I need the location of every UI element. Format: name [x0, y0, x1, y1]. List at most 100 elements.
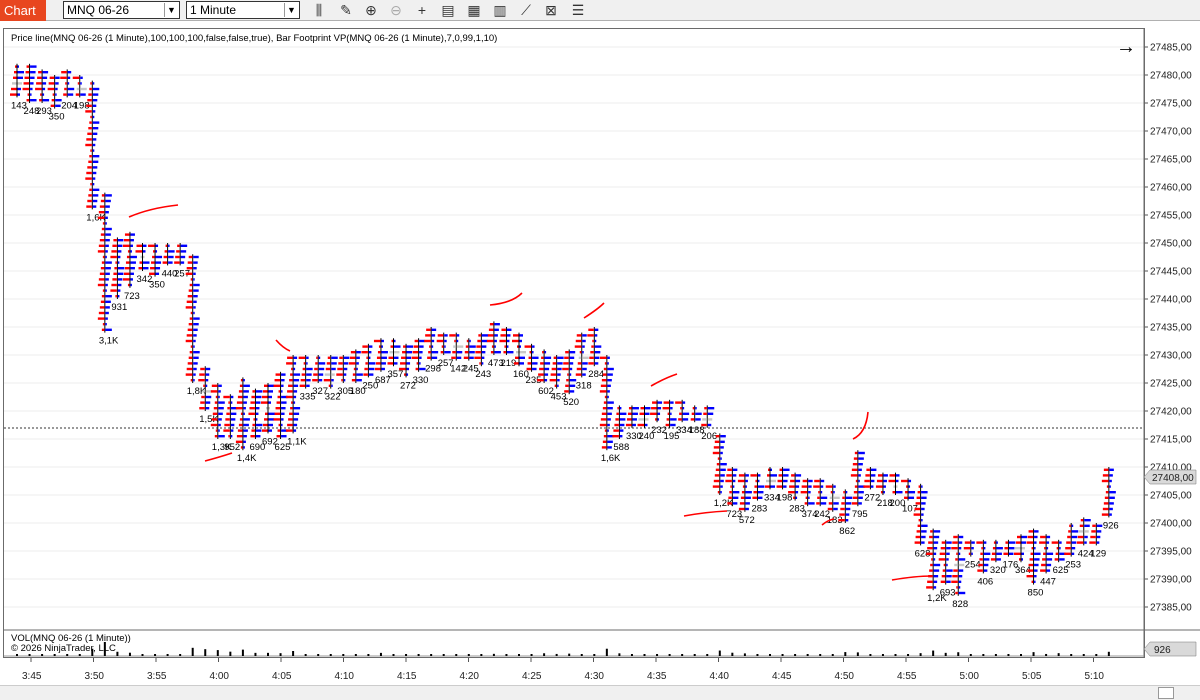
footprint-bid-level [788, 491, 795, 494]
chart-canvas[interactable]: 27485,00 27480,00 27475,00 27470,00 27465,00… [0, 0, 1200, 700]
volume-bar [1057, 653, 1060, 656]
footprint-ask-level [1059, 547, 1061, 550]
annotation-stroke [852, 411, 869, 440]
footprint-ask-level [569, 373, 572, 376]
footprint-ask-level [670, 401, 674, 404]
footprint-bid-level [416, 362, 419, 365]
footprint-ask-level [55, 87, 58, 91]
footprint-ask-level [795, 474, 802, 477]
footprint-ask-level [80, 87, 87, 91]
volume-bar [392, 654, 395, 656]
footprint-bid-level [190, 278, 193, 281]
footprint-bid-level [1042, 558, 1046, 561]
footprint-bid-level [111, 250, 117, 253]
footprint-bid-level [90, 82, 92, 85]
footprint-ask-level [1084, 541, 1087, 544]
footprint-bid-level [1104, 496, 1109, 499]
footprint-bid-level [299, 384, 306, 387]
footprint-ask-level [268, 423, 273, 427]
footprint-bid-level [90, 183, 92, 186]
footprint-bid-level [841, 502, 845, 505]
footprint-ask-level [958, 569, 964, 572]
arrow-right-icon[interactable]: → [1116, 36, 1136, 59]
footprint-ask-level [431, 328, 437, 331]
footprint-bid-level [474, 356, 481, 359]
footprint-ask-level [381, 367, 385, 371]
footprint-bid-level [503, 351, 506, 354]
footprint-bid-level [164, 250, 168, 253]
footprint-ask-level [896, 485, 898, 488]
footprint-ask-level [946, 569, 953, 572]
footprint-ask-level [243, 423, 249, 427]
footprint-ask-level [243, 418, 250, 421]
footprint-ask-level [293, 373, 301, 376]
footprint-bid-level [261, 401, 268, 404]
footprint-ask-level [845, 491, 848, 494]
volume-bar [505, 654, 508, 656]
footprint-ask-level [933, 541, 939, 544]
footprint-ask-level [105, 295, 112, 298]
footprint-ask-level [833, 507, 838, 511]
footprint-bid-level [1105, 491, 1109, 494]
footprint-bid-level [263, 390, 268, 393]
footprint-bid-level [954, 563, 958, 567]
footprint-ask-level [92, 194, 99, 197]
footprint-bid-level [914, 541, 921, 544]
footprint-bid-level [339, 356, 343, 359]
footprint-bid-level [361, 351, 368, 354]
footprint-bid-level [264, 384, 268, 387]
footprint-bid-level [1029, 558, 1034, 561]
footprint-ask-level [130, 255, 137, 259]
volume-bar [179, 654, 182, 656]
volume-bar [530, 654, 533, 656]
footprint-bid-level [941, 541, 946, 544]
footprint-bid-level [953, 569, 958, 572]
footprint-bid-level [563, 362, 569, 365]
footprint-ask-level [481, 345, 487, 348]
footprint-ask-level [218, 395, 220, 399]
price-axis-label: 27475,00 [1150, 99, 1192, 110]
footprint-bid-level [889, 474, 895, 477]
footprint-ask-level [92, 121, 100, 124]
footprint-ask-level [619, 435, 623, 438]
footprint-bid-level [652, 401, 657, 404]
footprint-ask-level [356, 351, 361, 354]
footprint-bid-level [1106, 485, 1109, 488]
footprint-bid-level [979, 558, 983, 561]
footprint-bid-level [211, 418, 218, 421]
horizontal-scrollbar[interactable] [0, 685, 1200, 700]
footprint-bid-level [12, 82, 17, 85]
footprint-bid-level [26, 65, 30, 68]
footprint-ask-level [582, 362, 588, 365]
footprint-bid-level [926, 552, 933, 555]
volume-bar [1007, 654, 1010, 656]
footprint-bid-level [436, 339, 444, 343]
footprint-bid-level [855, 479, 858, 483]
footprint-bid-level [390, 345, 393, 348]
footprint-ask-level [293, 390, 298, 393]
footprint-ask-level [193, 367, 197, 371]
footprint-bid-level [453, 345, 456, 348]
footprint-bid-level [592, 339, 594, 343]
footprint-bid-level [487, 334, 494, 337]
footprint-ask-level [205, 407, 210, 410]
footprint-ask-level [105, 227, 112, 231]
footprint-bid-level [1027, 535, 1034, 539]
footprint-ask-level [218, 423, 221, 427]
footprint-ask-level [193, 306, 196, 309]
footprint-bid-level [916, 496, 921, 499]
footprint-ask-level [1021, 552, 1024, 555]
footprint-bid-level [388, 356, 393, 359]
footprint-bid-level [955, 558, 958, 561]
footprint-bid-level [613, 429, 619, 432]
footprint-bid-level [714, 440, 720, 443]
footprint-bid-level [603, 435, 607, 438]
footprint-bid-level [951, 580, 958, 583]
footprint-bid-level [186, 334, 193, 337]
footprint-bid-level [403, 345, 406, 348]
scrollbar-thumb[interactable] [1158, 687, 1174, 699]
footprint-bid-level [238, 423, 243, 427]
footprint-bid-level [115, 261, 117, 264]
footprint-ask-level [469, 345, 476, 348]
footprint-ask-level [143, 267, 149, 270]
